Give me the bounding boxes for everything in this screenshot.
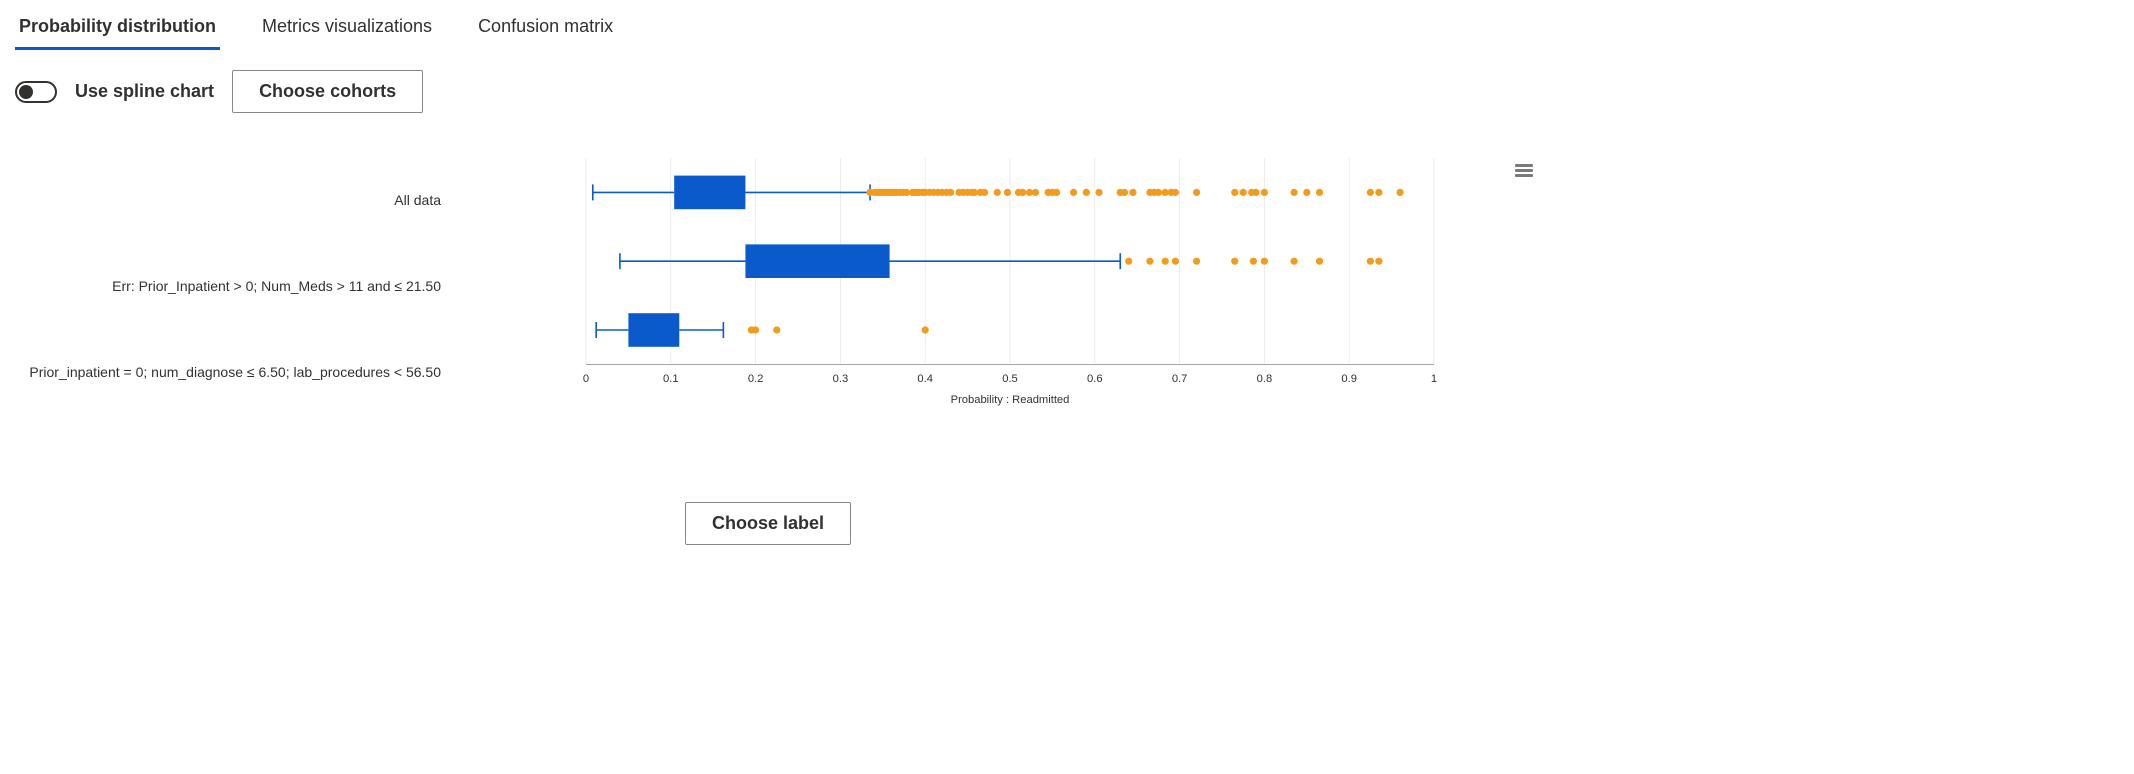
svg-text:0.6: 0.6 (1087, 373, 1103, 385)
tab-probability-distribution[interactable]: Probability distribution (15, 12, 220, 50)
tabs-row: Probability distribution Metrics visuali… (15, 0, 1521, 50)
choose-cohorts-button[interactable]: Choose cohorts (232, 70, 423, 113)
choose-label-button[interactable]: Choose label (685, 502, 851, 545)
spline-chart-toggle[interactable] (15, 81, 57, 103)
spline-chart-toggle-label: Use spline chart (75, 81, 214, 102)
controls-row: Use spline chart Choose cohorts (15, 70, 1521, 113)
svg-text:0.9: 0.9 (1341, 373, 1357, 385)
category-label: All data (394, 192, 441, 208)
svg-text:0: 0 (583, 373, 589, 385)
svg-text:Probability : Readmitted: Probability : Readmitted (951, 394, 1070, 406)
boxplot-svg: 0 0.1 0.2 0.3 0.4 0.5 0.6 0.7 0.8 0.9 1 Probability… (480, 158, 1540, 414)
boxplot-chart: 0 0.1 0.2 0.3 0.4 0.5 0.6 0.7 0.8 0.9 1 Probability… (15, 158, 1521, 488)
category-label: Err: Prior_Inpatient > 0; Num_Meds > 11 … (112, 278, 441, 294)
svg-text:0.5: 0.5 (1002, 373, 1018, 385)
svg-text:1: 1 (1431, 373, 1437, 385)
tab-confusion-matrix[interactable]: Confusion matrix (474, 12, 617, 50)
svg-text:0.3: 0.3 (833, 373, 849, 385)
category-label: Prior_inpatient = 0; num_diagnose ≤ 6.50… (29, 364, 441, 380)
tab-metrics-visualizations[interactable]: Metrics visualizations (258, 12, 436, 50)
svg-text:0.1: 0.1 (663, 373, 679, 385)
choose-label-row: Choose label (15, 502, 1521, 545)
svg-text:0.8: 0.8 (1257, 373, 1273, 385)
svg-text:0.2: 0.2 (748, 373, 764, 385)
svg-text:0.4: 0.4 (917, 373, 933, 385)
svg-text:0.7: 0.7 (1172, 373, 1188, 385)
